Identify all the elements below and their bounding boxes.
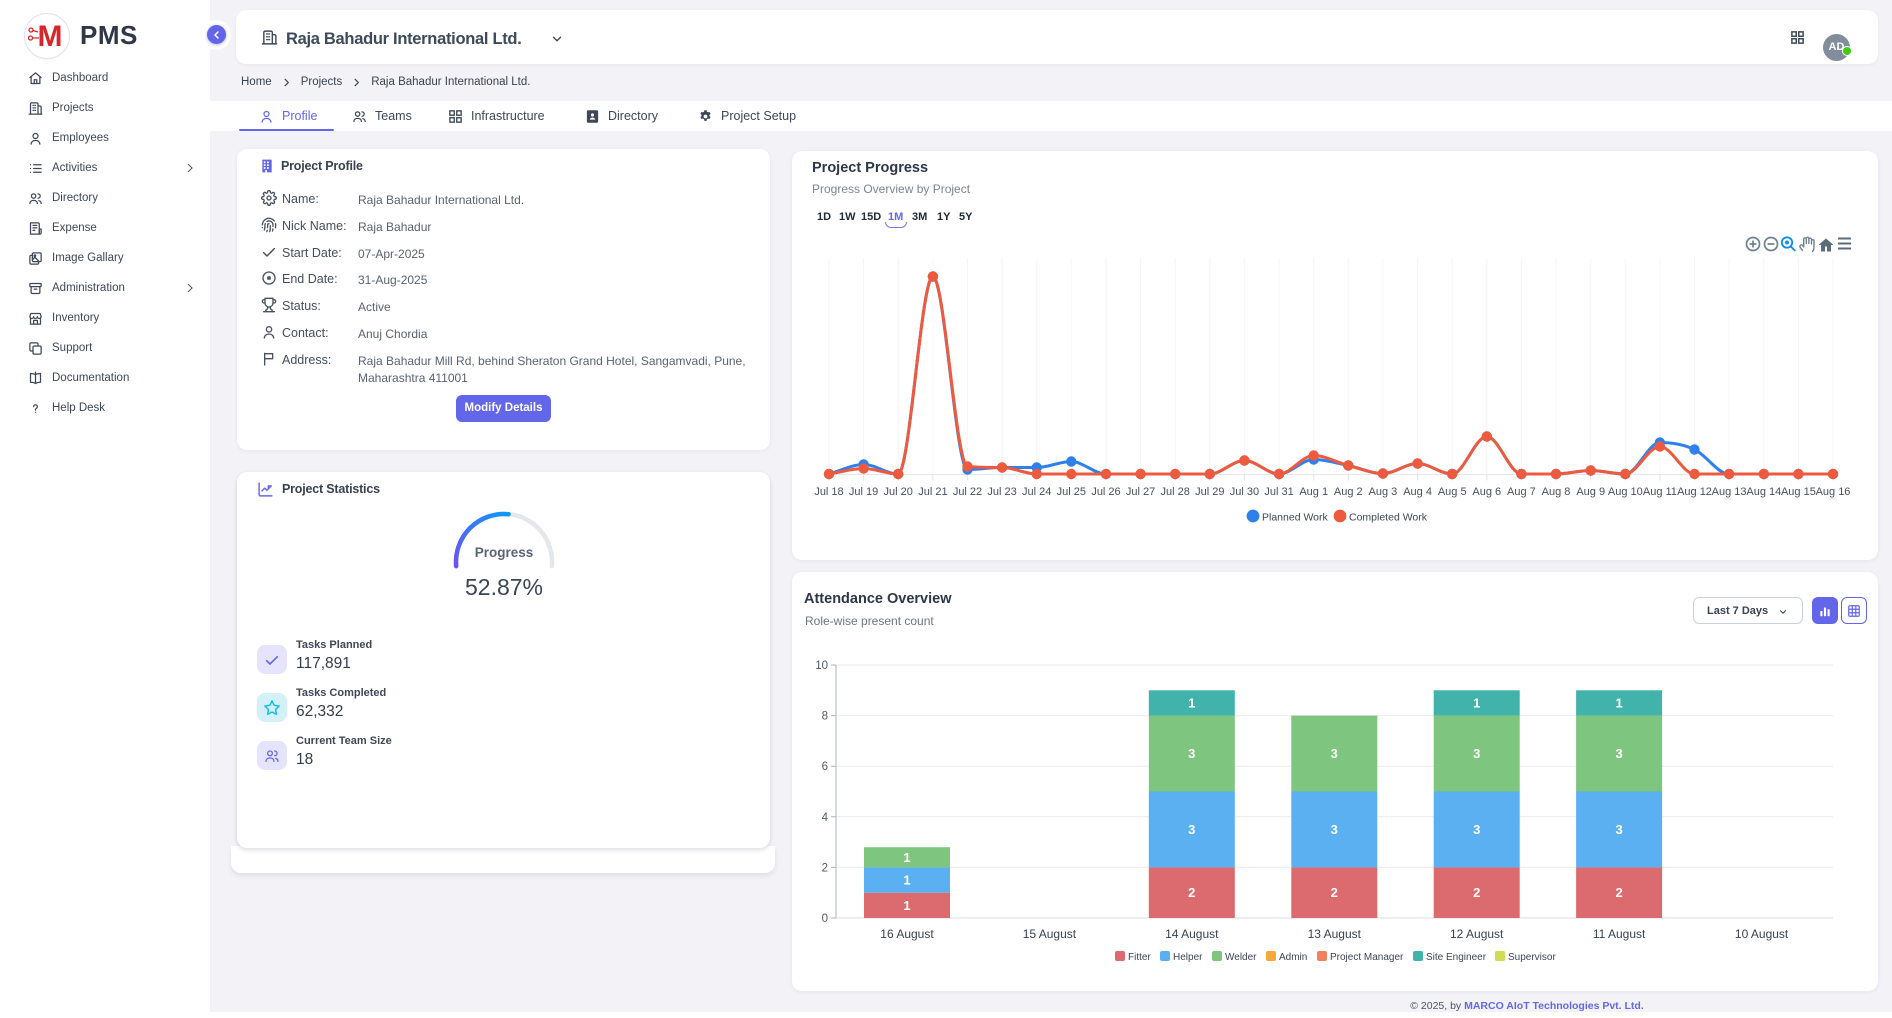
svg-text:Completed Work: Completed Work [1349,512,1428,524]
svg-text:Site Engineer: Site Engineer [1426,952,1487,963]
svg-text:Jul 25: Jul 25 [1057,486,1086,498]
svg-text:Supervisor: Supervisor [1508,952,1556,963]
svg-text:3: 3 [1473,746,1480,761]
svg-text:2: 2 [1615,885,1622,900]
svg-text:2: 2 [1188,885,1195,900]
svg-text:3: 3 [1615,746,1622,761]
svg-text:Aug 4: Aug 4 [1403,486,1432,498]
svg-text:0: 0 [822,913,828,925]
svg-text:Jul 18: Jul 18 [814,486,843,498]
svg-text:Aug 12: Aug 12 [1677,486,1712,498]
svg-text:2: 2 [1331,885,1338,900]
svg-text:3: 3 [1188,822,1195,837]
svg-text:3: 3 [1331,746,1338,761]
svg-text:M: M [38,20,62,53]
svg-text:Jul 30: Jul 30 [1230,486,1259,498]
svg-text:10 August: 10 August [1735,927,1789,941]
svg-text:1: 1 [1615,695,1622,710]
svg-text:1: 1 [903,873,910,888]
svg-text:3: 3 [1331,822,1338,837]
svg-text:Jul 21: Jul 21 [918,486,947,498]
svg-text:Jul 29: Jul 29 [1195,486,1224,498]
svg-text:Jul 19: Jul 19 [849,486,878,498]
svg-text:Aug 3: Aug 3 [1369,486,1398,498]
svg-text:4: 4 [822,812,829,824]
svg-text:Aug 8: Aug 8 [1542,486,1571,498]
svg-text:Aug 7: Aug 7 [1507,486,1536,498]
svg-text:3: 3 [1473,822,1480,837]
svg-text:16 August: 16 August [880,927,934,941]
svg-text:15 August: 15 August [1023,927,1077,941]
svg-text:3: 3 [1188,746,1195,761]
svg-text:Helper: Helper [1173,952,1203,963]
svg-text:14 August: 14 August [1165,927,1219,941]
svg-text:Jul 31: Jul 31 [1264,486,1293,498]
svg-text:6: 6 [822,761,828,773]
svg-text:Planned Work: Planned Work [1262,512,1329,524]
svg-text:Jul 22: Jul 22 [953,486,982,498]
svg-text:1: 1 [903,850,910,865]
svg-text:Jul 20: Jul 20 [884,486,913,498]
svg-text:11 August: 11 August [1593,927,1646,941]
svg-text:Aug 14: Aug 14 [1746,486,1781,498]
svg-text:Project Manager: Project Manager [1330,952,1404,963]
svg-text:Jul 28: Jul 28 [1161,486,1190,498]
svg-text:Aug 9: Aug 9 [1576,486,1605,498]
svg-text:Progress: Progress [475,545,534,560]
svg-text:8: 8 [822,711,828,723]
svg-text:Aug 6: Aug 6 [1472,486,1501,498]
svg-text:Aug 10: Aug 10 [1608,486,1643,498]
svg-text:Jul 23: Jul 23 [987,486,1016,498]
svg-text:Aug 5: Aug 5 [1438,486,1467,498]
svg-text:Fitter: Fitter [1128,952,1151,963]
svg-text:Admin: Admin [1279,952,1307,963]
svg-text:2: 2 [822,862,828,874]
svg-text:13 August: 13 August [1308,927,1362,941]
svg-text:Jul 24: Jul 24 [1022,486,1051,498]
svg-text:Jul 26: Jul 26 [1091,486,1120,498]
svg-text:Aug 1: Aug 1 [1299,486,1328,498]
svg-text:1: 1 [1473,695,1480,710]
svg-text:Welder: Welder [1225,952,1257,963]
svg-text:12 August: 12 August [1450,927,1504,941]
svg-text:1: 1 [1188,695,1195,710]
svg-text:10: 10 [815,660,828,672]
svg-text:Aug 2: Aug 2 [1334,486,1363,498]
svg-text:Aug 11: Aug 11 [1643,486,1677,498]
svg-text:Jul 27: Jul 27 [1126,486,1155,498]
svg-text:52.87%: 52.87% [465,574,543,600]
svg-text:3: 3 [1615,822,1622,837]
svg-text:Aug 16: Aug 16 [1816,486,1851,498]
svg-text:1: 1 [903,898,910,913]
svg-text:2: 2 [1473,885,1480,900]
svg-text:Aug 13: Aug 13 [1712,486,1747,498]
svg-text:Aug 15: Aug 15 [1781,486,1816,498]
